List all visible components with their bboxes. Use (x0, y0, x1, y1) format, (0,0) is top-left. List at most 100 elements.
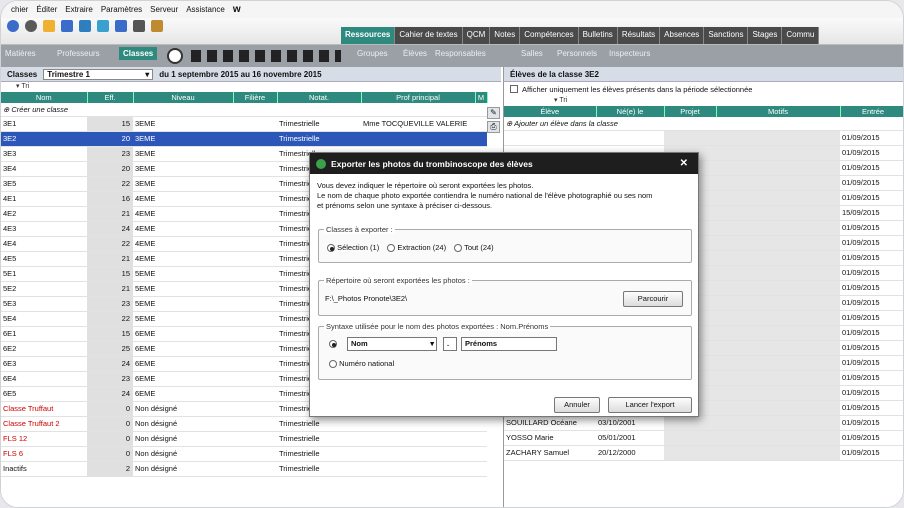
browse-button[interactable]: Parcourir (623, 291, 683, 307)
table-row[interactable]: 3E1 15 3EME Trimestrielle Mme TOCQUEVILLE VA… (1, 116, 487, 132)
menu-serveur[interactable]: Serveur (150, 5, 178, 14)
close-icon[interactable]: ✕ (680, 158, 688, 169)
table-cell: 0 (87, 431, 133, 447)
menu-parametres[interactable]: Paramètres (101, 5, 142, 14)
present-only-checkbox[interactable]: Afficher uniquement les élèves présents … (504, 82, 903, 96)
home-icon[interactable] (7, 20, 19, 32)
create-class-row[interactable]: ⊕ Créer une classe (1, 103, 487, 117)
table-row[interactable]: 3E2 20 3EME Trimestrielle (1, 131, 487, 147)
subtab-classes[interactable]: Classes (119, 47, 158, 60)
tab-ressources[interactable]: Ressources (341, 27, 396, 44)
table-row[interactable]: 01/09/2015 (504, 130, 903, 146)
column-header[interactable]: Entrée (840, 106, 903, 117)
subtab-responsables[interactable]: Responsables (435, 49, 486, 58)
screen-icon[interactable] (115, 20, 127, 32)
export-icon[interactable]: ⎙ (487, 121, 500, 133)
table-cell: 22 (87, 176, 133, 192)
table-cell (233, 461, 277, 477)
column-header[interactable]: Niveau (133, 92, 234, 103)
printer-icon[interactable] (133, 20, 145, 32)
table-cell: 4E5 (1, 251, 87, 267)
radio-numero-national[interactable]: Numéro national (329, 359, 394, 369)
tab-absences[interactable]: Absences (660, 27, 705, 44)
table-row[interactable]: FLS 6 0 Non désigné Trimestrielle (1, 446, 487, 462)
period-select[interactable]: Trimestre 1 ▾ (43, 68, 154, 80)
tab-bulletins[interactable]: Bulletins (578, 27, 618, 44)
subtab-professeurs[interactable]: Professeurs (57, 49, 100, 58)
radio-tout[interactable]: Tout (24) (454, 243, 494, 253)
group-icon[interactable] (151, 20, 163, 32)
cancel-button[interactable]: Annuler (554, 397, 600, 413)
subtab-matieres[interactable]: Matières (5, 49, 36, 58)
column-header[interactable]: Élève (504, 106, 597, 117)
folder-icon[interactable] (43, 20, 55, 32)
subtab-groupes[interactable]: Groupes (357, 49, 388, 58)
table-row[interactable]: ZACHARY Samuel 20/12/2000 01/09/2015 (504, 445, 903, 461)
tab-competences[interactable]: Compétences (520, 27, 579, 44)
sort-indicator-right[interactable]: ▾ Tri (504, 96, 903, 106)
subtab-salles[interactable]: Salles (521, 49, 543, 58)
tab-sanctions[interactable]: Sanctions (704, 27, 749, 44)
at-icon[interactable] (25, 20, 37, 32)
tab-qcm[interactable]: QCM (462, 27, 491, 44)
table-cell: 6E4 (1, 371, 87, 387)
table-cell: 6EME (133, 326, 233, 342)
list-icon[interactable] (167, 48, 183, 64)
table-cell: FLS 6 (1, 446, 87, 462)
table-row[interactable]: Classe Truffaut 2 0 Non désigné Trimestriel… (1, 416, 487, 432)
subtab-eleves[interactable]: Élèves (403, 49, 427, 58)
radio-extraction[interactable]: Extraction (24) (387, 243, 446, 253)
document-icon[interactable] (61, 20, 73, 32)
column-header[interactable]: Filière (233, 92, 278, 103)
table-row[interactable]: YOSSO Marie 05/01/2001 01/09/2015 (504, 430, 903, 446)
table-cell: 01/09/2015 (840, 340, 903, 356)
column-header[interactable]: Projet (664, 106, 717, 117)
table-cell: 6E3 (1, 356, 87, 372)
subtab-inspecteurs[interactable]: Inspecteurs (609, 49, 650, 58)
column-header[interactable]: M (475, 92, 488, 103)
subtab-personnels[interactable]: Personnels (557, 49, 597, 58)
sort-indicator[interactable]: ▾ Tri (1, 82, 501, 92)
syntax-second-field[interactable]: Prénoms (461, 337, 557, 351)
export-button[interactable]: Lancer l'export (608, 397, 692, 413)
table-cell: 0 (87, 416, 133, 432)
radio-selection[interactable]: Sélection (1) (327, 243, 379, 253)
add-student-row[interactable]: ⊕ Ajouter un élève dans la classe (504, 117, 903, 131)
users-icon[interactable] (79, 20, 91, 32)
table-cell (361, 446, 475, 462)
column-header[interactable]: Eff. (87, 92, 134, 103)
tab-stages[interactable]: Stages (748, 27, 783, 44)
menu-fichier[interactable]: chier (11, 5, 28, 14)
column-header[interactable]: Notat. (277, 92, 362, 103)
syntax-first-select[interactable]: Nom ▾ (347, 337, 437, 351)
checkbox-icon[interactable] (510, 85, 518, 93)
tab-communication[interactable]: Commu (782, 27, 820, 44)
menu-assistance[interactable]: Assistance (186, 5, 225, 14)
table-cell (361, 131, 475, 147)
table-row[interactable]: FLS 12 0 Non désigné Trimestrielle (1, 431, 487, 447)
table-cell: 01/09/2015 (840, 190, 903, 206)
column-header[interactable]: Né(e) le (596, 106, 665, 117)
table-cell (716, 415, 840, 431)
table-cell: 5EME (133, 266, 233, 282)
table-row[interactable]: SOUILLARD Océane 03/10/2001 01/09/2015 (504, 415, 903, 431)
column-header[interactable]: Nom (1, 92, 88, 103)
column-header[interactable]: Prof principal (361, 92, 476, 103)
tab-cahier-de-textes[interactable]: Cahier de textes (395, 27, 463, 44)
column-header[interactable]: Motifs (716, 106, 841, 117)
table-row[interactable]: Inactifs 2 Non désigné Trimestrielle (1, 461, 487, 477)
menu-editer[interactable]: Éditer (36, 5, 57, 14)
tools-icons[interactable] (191, 50, 341, 62)
tools-icon[interactable]: ✎ (487, 107, 500, 119)
tab-resultats[interactable]: Résultats (617, 27, 661, 44)
chat-icon[interactable] (97, 20, 109, 32)
radio-nom-prenoms[interactable] (329, 339, 337, 348)
table-cell (233, 431, 277, 447)
table-cell: 3E2 (1, 131, 87, 147)
table-cell (716, 130, 840, 146)
tab-notes[interactable]: Notes (490, 27, 521, 44)
table-cell (475, 116, 487, 132)
separator-field[interactable]: . (443, 337, 457, 351)
table-cell: 01/09/2015 (840, 385, 903, 401)
menu-extraire[interactable]: Extraire (65, 5, 93, 14)
